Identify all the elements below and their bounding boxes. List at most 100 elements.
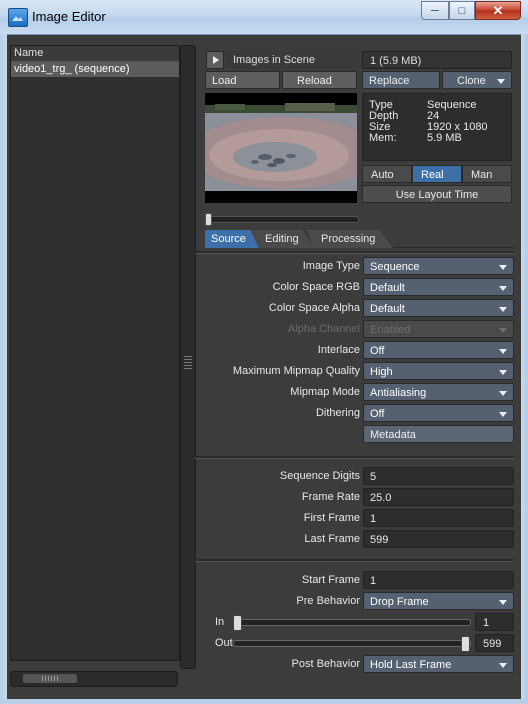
out-range-slider[interactable] bbox=[233, 640, 471, 647]
start-frame-label: Start Frame bbox=[302, 571, 360, 589]
info-mem-row: Mem:5.9 MB bbox=[369, 133, 462, 144]
in-label: In bbox=[215, 613, 224, 631]
in-value-input[interactable]: 1 bbox=[475, 613, 514, 631]
out-label: Out bbox=[215, 634, 233, 652]
in-slider-knob[interactable] bbox=[233, 615, 242, 631]
maximize-icon: □ bbox=[459, 5, 466, 17]
frame-rate-input[interactable]: 25.0 bbox=[363, 488, 514, 506]
time-mode-real[interactable]: Real bbox=[412, 165, 462, 183]
alpha-channel-dropdown: Enabled bbox=[363, 320, 514, 338]
reload-button[interactable]: Reload bbox=[282, 71, 357, 89]
post-behavior-dropdown[interactable]: Hold Last Frame bbox=[363, 655, 514, 673]
dithering-dropdown[interactable]: Off bbox=[363, 404, 514, 422]
metadata-button[interactable]: Metadata bbox=[363, 425, 514, 443]
alpha-channel-label: Alpha Channel bbox=[288, 320, 360, 338]
clone-dropdown[interactable]: Clone bbox=[442, 71, 512, 89]
play-button[interactable] bbox=[206, 51, 224, 69]
chevron-down-icon bbox=[499, 412, 507, 417]
image-list-panel: Name video1_trg_ (sequence) bbox=[10, 45, 180, 661]
section-divider bbox=[195, 559, 514, 562]
chevron-down-icon bbox=[499, 370, 507, 375]
list-column-header-name[interactable]: Name bbox=[11, 46, 179, 62]
color-space-alpha-value: Default bbox=[370, 303, 405, 315]
chevron-down-icon bbox=[497, 79, 505, 84]
info-mem-label: Mem: bbox=[369, 133, 427, 144]
color-space-alpha-dropdown[interactable]: Default bbox=[363, 299, 514, 317]
last-frame-label: Last Frame bbox=[304, 530, 360, 548]
window-title: Image Editor bbox=[32, 9, 106, 24]
first-frame-label: First Frame bbox=[304, 509, 360, 527]
section-divider bbox=[195, 251, 514, 254]
interlace-dropdown[interactable]: Off bbox=[363, 341, 514, 359]
scrollbar-grip-icon[interactable] bbox=[184, 356, 192, 370]
post-behavior-label: Post Behavior bbox=[292, 655, 360, 673]
chevron-down-icon bbox=[499, 286, 507, 291]
chevron-down-icon bbox=[499, 349, 507, 354]
color-space-rgb-label: Color Space RGB bbox=[273, 278, 360, 296]
tab-source[interactable]: Source bbox=[205, 230, 259, 248]
chevron-down-icon bbox=[499, 307, 507, 312]
chevron-down-icon bbox=[499, 391, 507, 396]
image-type-dropdown[interactable]: Sequence bbox=[363, 257, 514, 275]
max-mipmap-quality-dropdown[interactable]: High bbox=[363, 362, 514, 380]
horizontal-scroll-thumb[interactable] bbox=[23, 674, 77, 683]
first-frame-input[interactable]: 1 bbox=[363, 509, 514, 527]
color-space-alpha-label: Color Space Alpha bbox=[269, 299, 360, 317]
sequence-digits-label: Sequence Digits bbox=[280, 467, 360, 485]
close-button[interactable]: ✕ bbox=[475, 1, 521, 20]
color-space-rgb-value: Default bbox=[370, 282, 405, 294]
pre-behavior-value: Drop Frame bbox=[370, 596, 429, 608]
minimize-icon: ─ bbox=[431, 5, 439, 17]
image-type-label: Image Type bbox=[303, 257, 360, 275]
tab-processing[interactable]: Processing bbox=[307, 230, 393, 248]
in-range-slider[interactable] bbox=[233, 619, 471, 626]
list-item[interactable]: video1_trg_ (sequence) bbox=[11, 62, 179, 77]
image-info-box: TypeSequence Depth24 Size1920 x 1080 Mem… bbox=[362, 93, 512, 161]
window-frame-right[interactable] bbox=[521, 34, 528, 704]
out-slider-knob[interactable] bbox=[461, 636, 470, 652]
start-frame-input[interactable]: 1 bbox=[363, 571, 514, 589]
clone-dropdown-label: Clone bbox=[457, 75, 486, 87]
window-frame-bottom[interactable] bbox=[0, 699, 528, 704]
list-vertical-scrollbar[interactable] bbox=[180, 45, 196, 669]
maximize-button[interactable]: □ bbox=[449, 1, 475, 20]
mipmap-mode-label: Mipmap Mode bbox=[290, 383, 360, 401]
tab-editing[interactable]: Editing bbox=[251, 230, 315, 248]
interlace-label: Interlace bbox=[318, 341, 360, 359]
post-behavior-value: Hold Last Frame bbox=[370, 659, 451, 671]
last-frame-input[interactable]: 599 bbox=[363, 530, 514, 548]
mipmap-mode-value: Antialiasing bbox=[370, 387, 426, 399]
time-mode-man[interactable]: Man bbox=[462, 165, 512, 183]
preview-slider-knob[interactable] bbox=[205, 213, 212, 226]
title-bar[interactable]: Image Editor ─ □ ✕ bbox=[0, 0, 528, 35]
dithering-value: Off bbox=[370, 408, 384, 420]
info-mem-value: 5.9 MB bbox=[427, 132, 462, 144]
alpha-channel-value: Enabled bbox=[370, 324, 410, 336]
editor-tabs: Source Editing Processing bbox=[205, 230, 514, 250]
image-preview-thumbnail[interactable] bbox=[205, 93, 357, 203]
preview-frame-slider[interactable] bbox=[207, 216, 359, 223]
editor-client-area: Name video1_trg_ (sequence) Images in Sc… bbox=[7, 35, 521, 699]
color-space-rgb-dropdown[interactable]: Default bbox=[363, 278, 514, 296]
chevron-down-icon bbox=[499, 663, 507, 668]
sequence-digits-input[interactable]: 5 bbox=[363, 467, 514, 485]
time-mode-auto[interactable]: Auto bbox=[362, 165, 412, 183]
minimize-button[interactable]: ─ bbox=[421, 1, 449, 20]
preview-image bbox=[205, 93, 357, 203]
max-mipmap-quality-value: High bbox=[370, 366, 393, 378]
frame-rate-label: Frame Rate bbox=[302, 488, 360, 506]
pre-behavior-dropdown[interactable]: Drop Frame bbox=[363, 592, 514, 610]
images-in-scene-label: Images in Scene bbox=[226, 51, 366, 69]
out-value-input[interactable]: 599 bbox=[475, 634, 514, 652]
window-frame-left[interactable] bbox=[0, 34, 7, 704]
load-button[interactable]: Load bbox=[205, 71, 280, 89]
chevron-down-icon bbox=[499, 600, 507, 605]
image-type-value: Sequence bbox=[370, 261, 420, 273]
max-mipmap-quality-label: Maximum Mipmap Quality bbox=[233, 362, 360, 380]
mipmap-mode-dropdown[interactable]: Antialiasing bbox=[363, 383, 514, 401]
replace-button[interactable]: Replace bbox=[362, 71, 440, 89]
list-horizontal-scrollbar[interactable] bbox=[10, 671, 178, 687]
images-in-scene-value: 1 (5.9 MB) bbox=[362, 51, 512, 69]
use-layout-time-button[interactable]: Use Layout Time bbox=[362, 185, 512, 203]
interlace-value: Off bbox=[370, 345, 384, 357]
